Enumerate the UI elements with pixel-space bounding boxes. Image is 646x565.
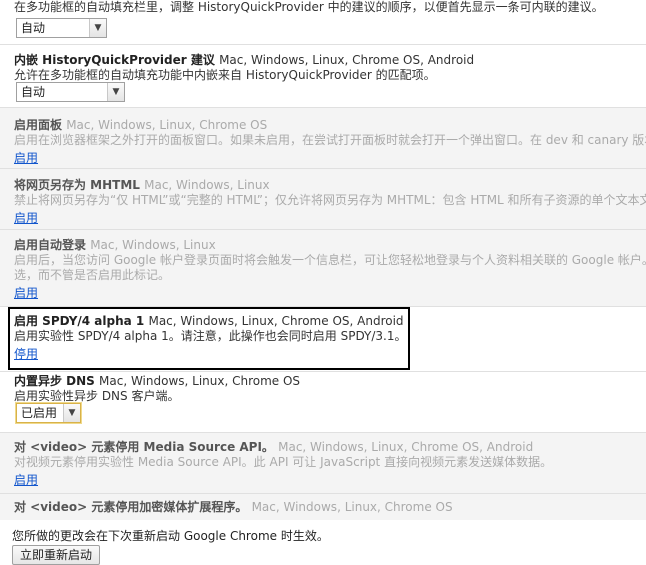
flag-platforms: Mac, Windows, Linux, Chrome OS [251, 500, 453, 514]
flag-title-text: 启用自动登录 [14, 238, 87, 252]
flag-entry-mhtml: 将网页另存为 MHTML Mac, Windows, Linux 禁止将网页另存… [0, 169, 646, 229]
flag-platforms: Mac, Windows, Linux [90, 238, 216, 252]
chevron-down-icon: ▼ [63, 404, 80, 422]
flag-title: 对 <video> 元素停用加密媒体扩展程序。 Mac, Windows, Li… [14, 498, 453, 515]
flag-title-text: 将网页另存为 MHTML [14, 178, 140, 192]
flag-entry-hqp-inline: 内嵌 HistoryQuickProvider 建议 Mac, Windows,… [0, 45, 646, 107]
flag-entry-autologin: 启用自动登录 Mac, Windows, Linux 启用后，当您访问 Goog… [0, 230, 646, 306]
flag-title-text: 内嵌 HistoryQuickProvider 建议 [14, 53, 215, 67]
flag-description: 禁止将网页另存为“仅 HTML”或“完整的 HTML”；仅允许将网页另存为 MH… [14, 193, 646, 207]
restart-now-button[interactable]: 立即重新启动 [12, 545, 100, 565]
flag-description-cont: 选，而不管是否启用此标记。 [14, 268, 171, 282]
flag-title-text: 内置异步 DNS [14, 374, 95, 388]
flag-title-text: 对 <video> 元素停用加密媒体扩展程序。 [14, 500, 248, 514]
hqp-inline-select[interactable]: 自动 ▼ [16, 82, 125, 102]
flag-title-text: 对 <video> 元素停用 Media Source API。 [14, 440, 274, 454]
flag-entry-panels: 启用面板 Mac, Windows, Linux, Chrome OS 启用在浏… [0, 108, 646, 168]
flag-platforms: Mac, Windows, Linux, Chrome OS [66, 118, 268, 132]
flag-description: 启用实验性异步 DNS 客户端。 [14, 389, 180, 403]
enable-panels-link[interactable]: 启用 [14, 149, 38, 166]
enable-autologin-link[interactable]: 启用 [14, 284, 38, 301]
chevron-down-icon: ▼ [89, 19, 106, 37]
select-value: 自动 [21, 85, 46, 99]
select-value: 已启用 [21, 406, 58, 420]
async-dns-select[interactable]: 已启用 ▼ [16, 403, 81, 423]
restart-notice: 您所做的更改会在下次重新启动 Google Chrome 时生效。 [12, 529, 329, 543]
flag-entry-encrypted-media: 对 <video> 元素停用加密媒体扩展程序。 Mac, Windows, Li… [0, 494, 646, 520]
flag-platforms: Mac, Windows, Linux, Chrome OS, Android [278, 440, 534, 454]
highlight-box [8, 307, 410, 370]
restart-footer: 您所做的更改会在下次重新启动 Google Chrome 时生效。 立即重新启动 [0, 520, 646, 565]
enable-mhtml-link[interactable]: 启用 [14, 209, 38, 226]
flag-entry-async-dns: 内置异步 DNS Mac, Windows, Linux, Chrome OS … [0, 372, 646, 432]
flag-entry-media-source: 对 <video> 元素停用 Media Source API。 Mac, Wi… [0, 433, 646, 493]
flag-platforms: Mac, Windows, Linux, Chrome OS, Android [219, 53, 475, 67]
flags-list: 在多功能框的自动填充栏里，调整 HistoryQuickProvider 中的建… [0, 0, 646, 520]
flag-platforms: Mac, Windows, Linux, Chrome OS [99, 374, 301, 388]
chevron-down-icon: ▼ [107, 83, 124, 101]
flag-title-text: 启用面板 [14, 118, 63, 132]
flag-description: 对视频元素停用实验性 Media Source API。此 API 可让 Jav… [14, 455, 553, 469]
select-value: 自动 [21, 21, 46, 35]
enable-media-source-link[interactable]: 启用 [14, 471, 38, 488]
flag-description: 启用在浏览器框架之外打开的面板窗口。如果未启用，在尝试打开面板时就会打开一个弹出… [14, 133, 646, 147]
omnibox-order-select[interactable]: 自动 ▼ [16, 18, 107, 38]
flag-platforms: Mac, Windows, Linux [144, 178, 270, 192]
flag-description: 在多功能框的自动填充栏里，调整 HistoryQuickProvider 中的建… [14, 0, 604, 14]
flag-description: 允许在多功能框的自动填充功能中内嵌来自 HistoryQuickProvider… [14, 68, 436, 82]
flag-entry-omnibox-order: 在多功能框的自动填充栏里，调整 HistoryQuickProvider 中的建… [0, 0, 646, 44]
